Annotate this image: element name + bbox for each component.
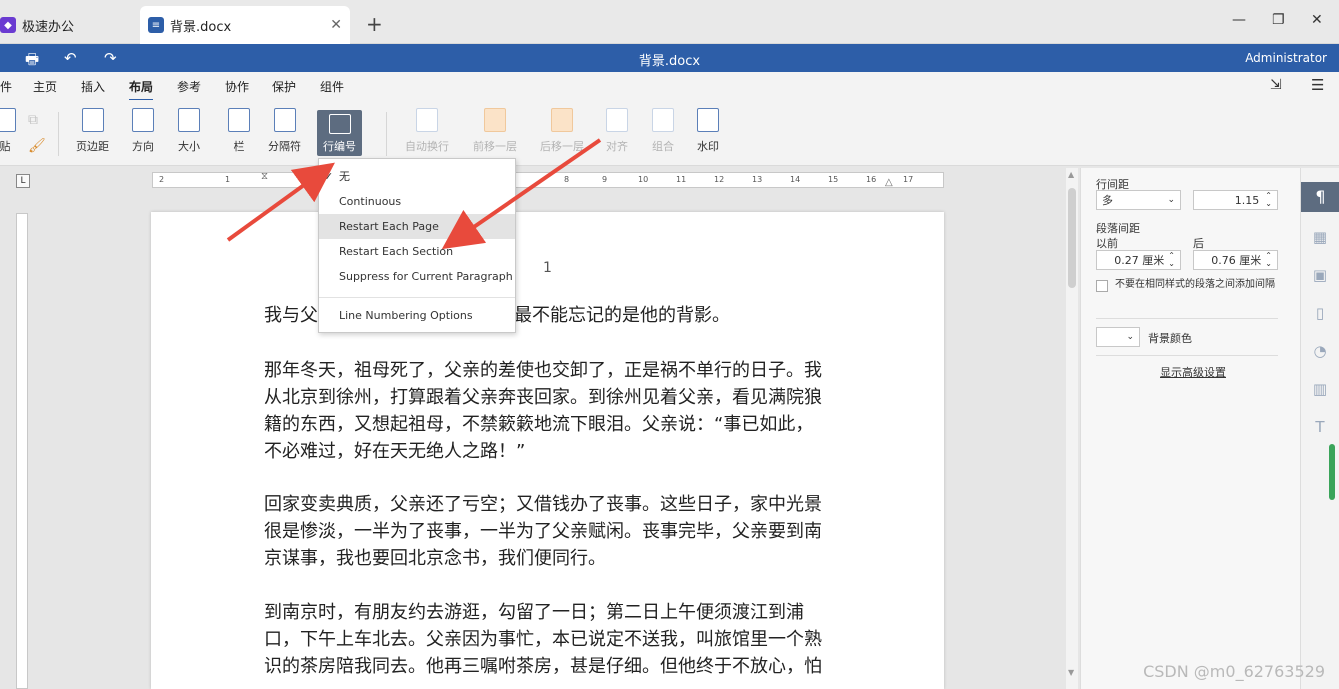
annotation-arrows xyxy=(226,138,602,250)
csdn-watermark: CSDN @m0_62763529 xyxy=(1143,662,1325,681)
annotation-arrow xyxy=(226,162,335,242)
annotation-arrow xyxy=(441,138,602,250)
